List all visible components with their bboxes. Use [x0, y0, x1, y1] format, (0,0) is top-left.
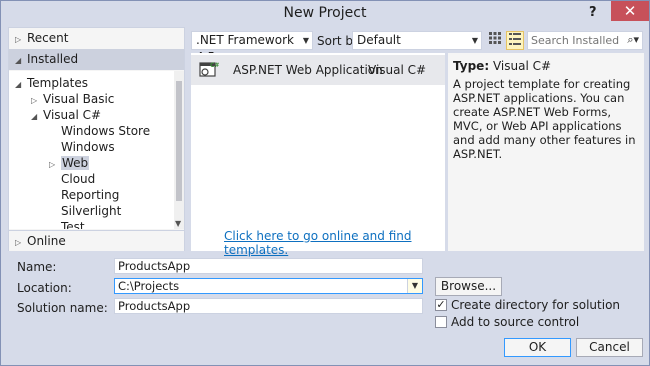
add-source-control-label[interactable]: Add to source control: [451, 315, 579, 329]
nav-online-label: Online: [27, 234, 66, 248]
tree-item-visual-csharp[interactable]: ◢ Visual C#: [31, 107, 101, 123]
solution-name-field[interactable]: [114, 298, 423, 314]
nav-installed-label: Installed: [27, 52, 79, 66]
template-item-aspnet[interactable]: C# ASP.NET Web Application Visual C#: [191, 55, 445, 85]
template-name: ASP.NET Web Application: [233, 63, 383, 77]
location-input[interactable]: [115, 279, 407, 293]
template-list: C# ASP.NET Web Application Visual C# Cli…: [191, 53, 445, 257]
checkmark-icon: ✓: [436, 298, 446, 311]
scrollbar-thumb[interactable]: [176, 81, 182, 201]
tree-item-label: Web: [61, 156, 90, 170]
tree-item-test[interactable]: Test: [61, 219, 85, 229]
name-input[interactable]: [115, 259, 422, 273]
name-label: Name:: [17, 260, 57, 274]
dropdown-arrow-icon: ▼: [302, 36, 309, 45]
nav-installed[interactable]: ◢ Installed: [9, 49, 184, 70]
svg-text:C#: C#: [210, 62, 219, 69]
dialog-title: New Project: [283, 5, 367, 21]
find-online-templates-link[interactable]: Click here to go online and find templat…: [224, 229, 445, 257]
new-project-dialog: New Project ? ✕ ▷ Recent ◢ Installed ◢ Temp…: [0, 0, 650, 366]
template-language: Visual C#: [368, 63, 427, 77]
close-button[interactable]: ✕: [611, 1, 649, 21]
framework-select[interactable]: .NET Framework 4.5 ▼: [191, 31, 313, 64]
location-field[interactable]: ▼: [114, 278, 423, 294]
browse-button[interactable]: Browse...: [435, 277, 502, 296]
sort-select[interactable]: Default ▼: [352, 31, 482, 50]
tree-item-web[interactable]: ▷ Web: [49, 155, 90, 171]
sort-select-value: Default: [357, 33, 401, 47]
template-toolbar: .NET Framework 4.5 ▼ Sort by: Default ▼ …: [191, 31, 643, 64]
tree-item-reporting[interactable]: Reporting: [61, 187, 119, 203]
ok-button[interactable]: OK: [504, 338, 571, 357]
title-bar: New Project ? ✕: [1, 1, 649, 26]
medium-icons-view-icon[interactable]: [486, 31, 504, 50]
dropdown-arrow-icon: ▼: [471, 36, 478, 45]
collapse-arrow-icon: ◢: [15, 56, 22, 65]
tree-item-templates[interactable]: ◢ Templates: [15, 75, 88, 91]
add-source-control-checkbox[interactable]: [435, 316, 447, 328]
template-description-text: A project template for creating ASP.NET …: [453, 77, 636, 161]
search-box[interactable]: ⌕▾: [527, 31, 643, 50]
search-icon[interactable]: ⌕▾: [627, 33, 639, 47]
solution-name-label: Solution name:: [17, 301, 108, 315]
location-label: Location:: [17, 281, 72, 295]
template-tree: ◢ Templates ▷ Visual Basic ◢ Visual C# Wind…: [9, 71, 174, 229]
nav-recent[interactable]: ▷ Recent: [9, 28, 184, 49]
tree-item-windows-store[interactable]: Windows Store: [61, 123, 150, 139]
tree-item-silverlight[interactable]: Silverlight: [61, 203, 121, 219]
tree-scrollbar[interactable]: ▼: [174, 71, 184, 229]
tree-item-visual-basic[interactable]: ▷ Visual Basic: [31, 91, 114, 107]
nav-online[interactable]: ▷ Online: [9, 230, 184, 251]
tree-item-label: Visual C#: [43, 108, 102, 122]
type-value: Visual C#: [492, 59, 552, 73]
scroll-down-icon[interactable]: ▼: [175, 219, 181, 228]
collapse-arrow-icon: ◢: [15, 80, 22, 89]
solution-name-input[interactable]: [115, 299, 422, 313]
template-description-panel: Type: Visual C# A project template for c…: [448, 53, 644, 251]
tree-item-label: Templates: [27, 76, 89, 90]
help-button[interactable]: ?: [589, 5, 597, 20]
search-input[interactable]: [528, 32, 622, 49]
cancel-button[interactable]: Cancel: [576, 338, 643, 357]
collapse-arrow-icon: ◢: [31, 112, 38, 121]
expand-arrow-icon: ▷: [15, 238, 22, 247]
name-field[interactable]: [114, 258, 423, 274]
dropdown-arrow-icon[interactable]: ▼: [407, 279, 422, 293]
tree-item-cloud[interactable]: Cloud: [61, 171, 95, 187]
expand-arrow-icon: ▷: [49, 160, 56, 169]
create-directory-checkbox[interactable]: ✓: [435, 299, 447, 311]
tree-item-windows[interactable]: Windows: [61, 139, 115, 155]
list-view-icon[interactable]: [506, 31, 524, 50]
expand-arrow-icon: ▷: [15, 35, 22, 44]
type-label: Type:: [453, 59, 490, 73]
tree-item-label: Visual Basic: [43, 92, 115, 106]
template-type: Type: Visual C#: [453, 59, 551, 73]
create-directory-label[interactable]: Create directory for solution: [451, 298, 620, 312]
template-nav-panel: ▷ Recent ◢ Installed ◢ Templates ▷ Visual Ba…: [8, 27, 185, 251]
nav-recent-label: Recent: [27, 31, 69, 45]
aspnet-project-icon: C#: [199, 62, 219, 77]
